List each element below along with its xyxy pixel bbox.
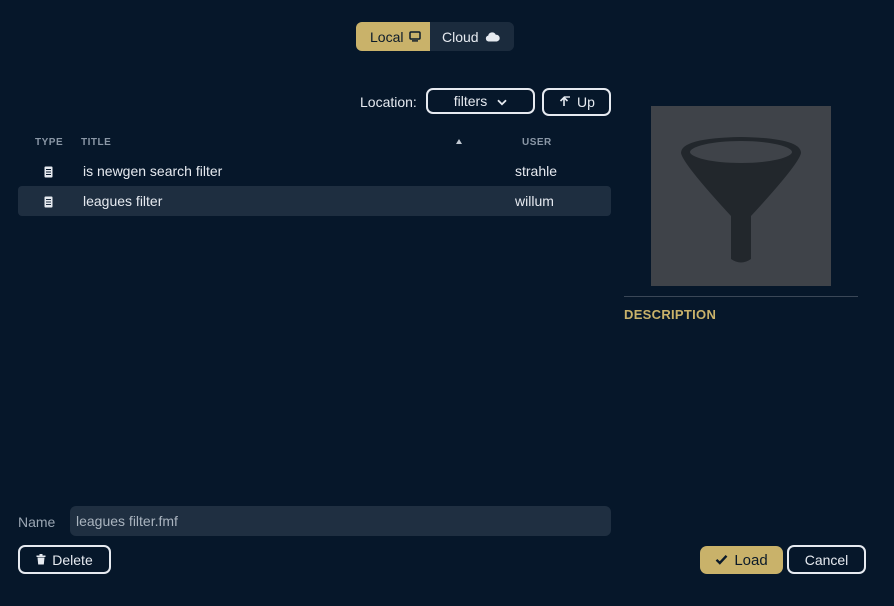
table-row[interactable]: is newgen search filter strahle	[18, 156, 611, 186]
preview-image	[651, 106, 831, 286]
monitor-icon	[409, 29, 422, 45]
document-icon	[44, 165, 53, 181]
load-label: Load	[734, 551, 768, 569]
load-button[interactable]: Load	[700, 546, 783, 574]
up-arrow-icon	[558, 94, 571, 110]
cloud-tab-label: Cloud	[442, 28, 479, 45]
local-tab[interactable]: Local	[356, 22, 430, 51]
column-header-user[interactable]: USER	[522, 137, 552, 148]
cloud-tab[interactable]: Cloud	[430, 22, 514, 51]
cancel-button[interactable]: Cancel	[787, 545, 866, 574]
row-user: willum	[515, 193, 554, 209]
location-dropdown[interactable]: filters	[426, 88, 535, 114]
source-toggle: Local Cloud	[356, 22, 514, 51]
column-header-title[interactable]: TITLE	[81, 137, 111, 148]
delete-label: Delete	[52, 551, 93, 568]
funnel-icon	[681, 137, 801, 263]
delete-button[interactable]: Delete	[18, 545, 111, 574]
location-label: Location:	[360, 94, 417, 110]
up-button[interactable]: Up	[542, 88, 611, 116]
cloud-icon	[485, 29, 500, 45]
divider	[624, 296, 858, 297]
row-user: strahle	[515, 163, 558, 179]
local-tab-label: Local	[370, 28, 404, 45]
location-value: filters	[453, 93, 488, 109]
checkmark-icon	[715, 552, 728, 569]
column-header-type[interactable]: TYPE	[35, 137, 63, 148]
cancel-label: Cancel	[804, 551, 849, 568]
chevron-down-icon	[497, 93, 507, 109]
name-input[interactable]: leagues filter.fmf	[70, 506, 611, 536]
name-label: Name	[18, 514, 56, 530]
description-heading: DESCRIPTION	[624, 307, 717, 322]
sort-ascending-icon	[456, 139, 462, 144]
trash-icon	[36, 552, 46, 568]
table-row[interactable]: leagues filter willum	[18, 186, 611, 216]
up-label: Up	[577, 94, 595, 110]
row-title: leagues filter	[83, 193, 163, 209]
row-title: is newgen search filter	[83, 163, 223, 179]
document-icon	[44, 195, 53, 211]
